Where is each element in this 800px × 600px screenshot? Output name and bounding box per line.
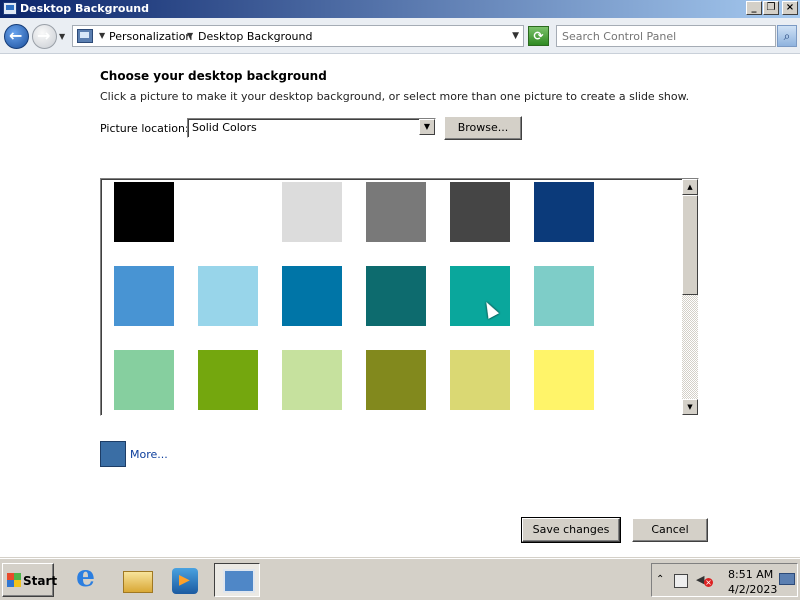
refresh-button[interactable]: ⟳	[528, 26, 549, 46]
system-tray: ⌃ 8:51 AM 4/2/2023	[651, 563, 798, 597]
window-icon	[3, 2, 17, 15]
color-swatch[interactable]	[282, 266, 342, 326]
minimize-button[interactable]: _	[746, 1, 762, 15]
picture-location-label: Picture location:	[100, 122, 189, 135]
control-panel-taskbar-button[interactable]	[214, 563, 260, 597]
color-swatch[interactable]	[114, 182, 174, 242]
windows-logo-icon	[7, 573, 21, 587]
color-gallery: ▲ ▼	[100, 178, 699, 416]
browse-button[interactable]: Browse...	[444, 116, 522, 140]
color-swatch[interactable]	[282, 182, 342, 242]
color-swatch[interactable]	[450, 182, 510, 242]
color-swatch[interactable]	[366, 266, 426, 326]
color-swatch[interactable]	[114, 266, 174, 326]
start-button[interactable]: Start	[2, 563, 57, 597]
show-hidden-icons-icon[interactable]: ⌃	[656, 574, 664, 585]
media-player-icon[interactable]	[168, 563, 202, 597]
color-swatch[interactable]	[450, 350, 510, 410]
color-swatch[interactable]	[366, 182, 426, 242]
back-button[interactable]	[4, 24, 29, 49]
color-swatch[interactable]	[198, 182, 258, 242]
more-colors-swatch[interactable]	[100, 441, 126, 467]
gallery-scrollbar[interactable]: ▲ ▼	[682, 179, 698, 415]
color-swatch[interactable]	[114, 350, 174, 410]
breadcrumb[interactable]: ▼ Personalization ▼ Desktop Background ▼	[72, 25, 524, 47]
color-swatch[interactable]	[198, 350, 258, 410]
picture-location-value: Solid Colors	[192, 121, 257, 134]
more-colors-link[interactable]: More...	[130, 448, 168, 461]
color-swatch[interactable]	[282, 350, 342, 410]
breadcrumb-desktop-background[interactable]: Desktop Background	[198, 30, 313, 43]
volume-muted-icon[interactable]	[696, 573, 713, 588]
chevron-down-icon[interactable]: ▼	[419, 119, 435, 135]
search-icon[interactable]: ⌕	[777, 25, 797, 47]
color-swatch[interactable]	[534, 266, 594, 326]
color-swatch[interactable]	[534, 350, 594, 410]
cancel-button[interactable]: Cancel	[632, 518, 708, 542]
title-bar: Desktop Background _ ❐ ×	[0, 0, 800, 18]
forward-button[interactable]	[32, 24, 57, 49]
internet-explorer-icon[interactable]	[72, 559, 106, 597]
close-button[interactable]: ×	[782, 1, 798, 15]
recent-pages-dropdown-icon[interactable]: ▼	[59, 32, 69, 42]
scroll-down-icon[interactable]: ▼	[682, 399, 698, 415]
clock-time[interactable]: 8:51 AM	[728, 568, 773, 581]
clock-date[interactable]: 4/2/2023	[728, 583, 777, 596]
picture-location-select[interactable]: Solid Colors ▼	[187, 118, 436, 138]
breadcrumb-personalization[interactable]: Personalization	[109, 30, 192, 43]
color-swatch[interactable]	[534, 182, 594, 242]
color-swatch[interactable]	[366, 350, 426, 410]
window-title: Desktop Background	[20, 2, 150, 15]
scroll-thumb[interactable]	[682, 195, 698, 295]
network-icon[interactable]	[674, 574, 688, 588]
save-changes-button[interactable]: Save changes	[521, 517, 621, 543]
address-dropdown-icon[interactable]: ▼	[512, 31, 519, 41]
restore-button[interactable]: ❐	[763, 1, 779, 15]
control-panel-icon	[77, 29, 93, 43]
taskbar: Start ⌃ 8:51 AM 4/2/2023	[0, 558, 800, 600]
address-bar: ▼ ▼ Personalization ▼ Desktop Background…	[0, 18, 800, 54]
scroll-up-icon[interactable]: ▲	[682, 179, 698, 195]
search-input[interactable]	[556, 25, 776, 47]
chevron-down-icon[interactable]: ▼	[187, 31, 193, 40]
chevron-down-icon[interactable]: ▼	[99, 31, 105, 40]
color-swatch[interactable]	[198, 266, 258, 326]
page-description: Click a picture to make it your desktop …	[100, 90, 690, 103]
page-title: Choose your desktop background	[100, 69, 327, 83]
color-swatch[interactable]	[450, 266, 510, 326]
show-desktop-icon[interactable]	[779, 573, 795, 585]
file-explorer-icon[interactable]	[120, 563, 154, 597]
